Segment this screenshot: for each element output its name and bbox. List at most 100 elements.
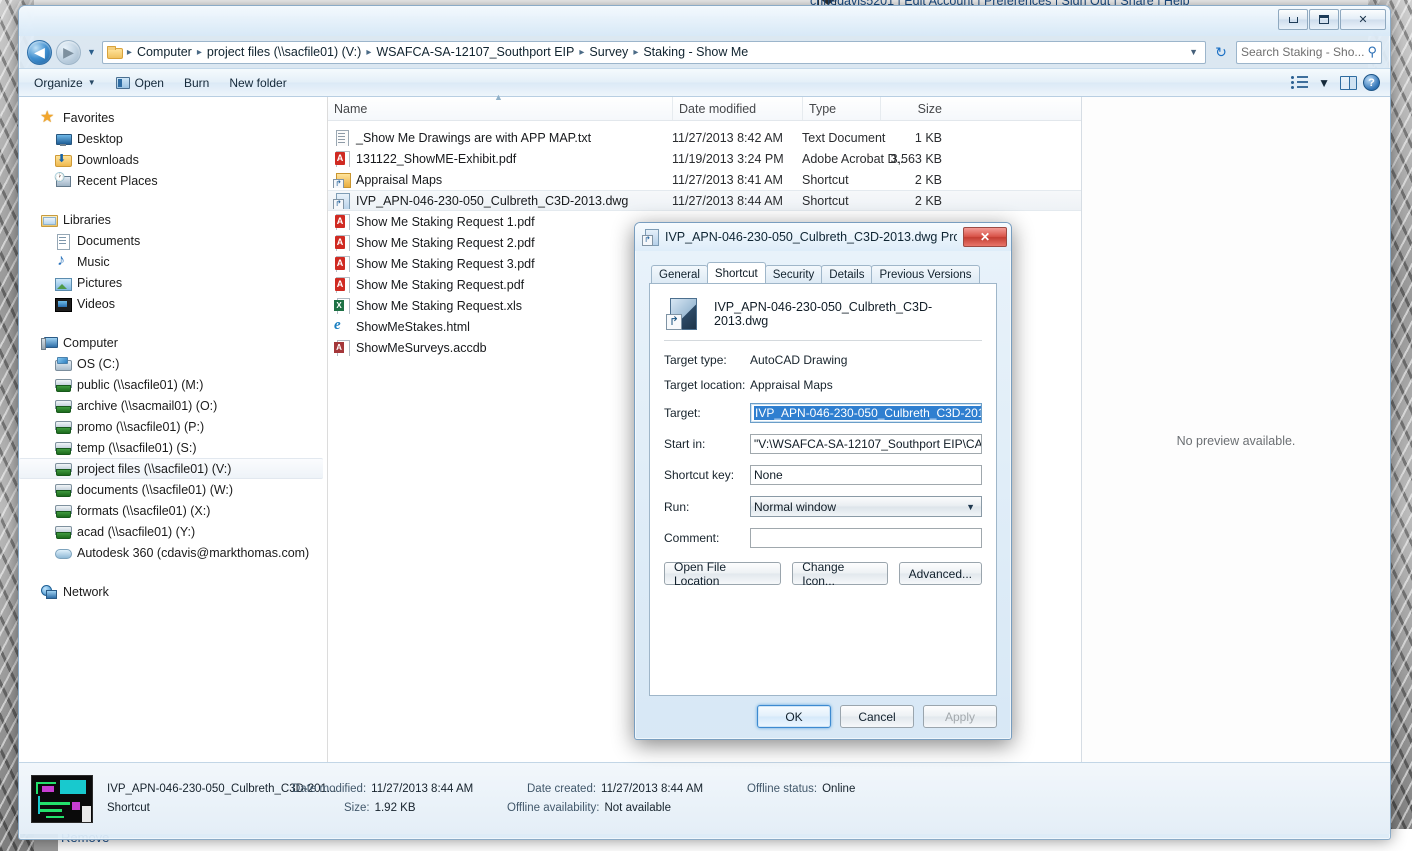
start-in-label: Start in: xyxy=(664,437,706,451)
help-icon[interactable]: ? xyxy=(1363,74,1380,91)
new-folder-label: New folder xyxy=(229,75,287,90)
sidebar-item-pictures[interactable]: Pictures xyxy=(19,272,327,293)
view-chevron-down-icon[interactable]: ▼ xyxy=(1314,76,1334,90)
sidebar-item-music[interactable]: Music xyxy=(19,251,327,272)
dialog-close-button[interactable]: ✕ xyxy=(963,227,1007,247)
column-header-size[interactable]: Size xyxy=(880,97,950,120)
tab-previous-versions[interactable]: Previous Versions xyxy=(871,265,980,284)
field-target-location: Target location: Appraisal Maps xyxy=(664,378,982,392)
nav-label: project files (\\sacfile01) (V:) xyxy=(77,461,232,476)
change-icon-button[interactable]: Change Icon... xyxy=(792,560,888,588)
tab-details[interactable]: Details xyxy=(821,265,873,284)
sidebar-item-formats-x[interactable]: formats (\\sacfile01) (X:) xyxy=(19,500,327,521)
folder-icon xyxy=(106,45,123,59)
breadcrumb-item-staking-show-me[interactable]: Staking - Show Me xyxy=(640,44,751,60)
tab-general[interactable]: General xyxy=(651,265,708,284)
nav-header-computer[interactable]: Computer xyxy=(19,332,327,353)
breadcrumb-separator[interactable]: ▸ xyxy=(195,47,204,58)
cancel-button[interactable]: Cancel xyxy=(840,705,914,728)
breadcrumb-separator[interactable]: ▸ xyxy=(364,47,373,58)
details-offline-availability-label: Offline availability: xyxy=(507,802,600,814)
breadcrumb-history-caret-icon[interactable]: ▼ xyxy=(1184,47,1203,57)
column-header-name[interactable]: ▲ Name xyxy=(328,92,672,120)
run-select-value: Normal window xyxy=(754,499,837,514)
dialog-title: IVP_APN-046-230-050_Culbreth_C3D-2013.dw… xyxy=(665,230,957,244)
nav-header-libraries[interactable]: Libraries xyxy=(19,209,327,230)
nav-label: acad (\\sacfile01) (Y:) xyxy=(77,524,196,539)
table-row[interactable]: Appraisal Maps 11/27/2013 8:41 AM Shortc… xyxy=(328,169,1081,190)
organize-menu-button[interactable]: Organize ▼ xyxy=(25,73,105,93)
network-drive-icon xyxy=(55,503,72,519)
file-name: Show Me Staking Request.xls xyxy=(356,298,523,313)
file-name-cell: _Show Me Drawings are with APP MAP.txt xyxy=(328,129,672,146)
file-name: Show Me Staking Request.pdf xyxy=(356,277,525,292)
table-row[interactable]: 131122_ShowME-Exhibit.pdf 11/19/2013 3:2… xyxy=(328,148,1081,169)
column-label: Name xyxy=(334,101,368,116)
breadcrumb-separator[interactable]: ▸ xyxy=(631,47,640,58)
tab-shortcut[interactable]: Shortcut xyxy=(706,262,766,283)
sidebar-item-autodesk-360[interactable]: Autodesk 360 (cdavis@markthomas.com) xyxy=(19,542,327,563)
window-titlebar[interactable]: ✕ xyxy=(19,6,1390,36)
breadcrumb-item-survey[interactable]: Survey xyxy=(586,44,631,60)
advanced-button[interactable]: Advanced... xyxy=(898,562,982,585)
column-header-date-modified[interactable]: Date modified xyxy=(672,97,802,120)
breadcrumb-separator[interactable]: ▸ xyxy=(577,47,586,58)
target-location-label: Target location: xyxy=(664,378,746,392)
documents-icon xyxy=(55,233,71,250)
details-date-created-label: Date created: xyxy=(527,783,597,795)
sidebar-item-archive-o[interactable]: archive (\\sacmail01) (O:) xyxy=(19,395,327,416)
comment-input[interactable] xyxy=(750,528,982,548)
refresh-button[interactable]: ↻ xyxy=(1210,41,1232,64)
burn-button[interactable]: Burn xyxy=(175,73,218,93)
sidebar-item-desktop[interactable]: Desktop xyxy=(19,128,327,149)
dialog-titlebar[interactable]: IVP_APN-046-230-050_Culbreth_C3D-2013.dw… xyxy=(635,223,1011,251)
recent-pages-dropdown[interactable]: ▼ xyxy=(85,47,98,57)
maximize-button[interactable] xyxy=(1309,9,1339,30)
open-file-location-button[interactable]: Open File Location xyxy=(664,560,782,588)
preview-message: No preview available. xyxy=(1176,434,1296,448)
breadcrumb-item-computer[interactable]: Computer xyxy=(134,44,195,60)
sidebar-item-videos[interactable]: Videos xyxy=(19,293,327,314)
sidebar-item-recent-places[interactable]: Recent Places xyxy=(19,170,327,191)
sidebar-item-os-c[interactable]: OS (C:) xyxy=(19,353,327,374)
ok-button[interactable]: OK xyxy=(757,705,831,728)
sidebar-item-downloads[interactable]: Downloads xyxy=(19,149,327,170)
field-start-in: Start in: "V:\WSAFCA-SA-12107_Southport … xyxy=(664,434,982,454)
view-lines xyxy=(1297,76,1309,91)
new-folder-button[interactable]: New folder xyxy=(220,73,295,93)
search-input[interactable]: Search Staking - Sho... ⚲ xyxy=(1236,40,1382,64)
open-button[interactable]: Open xyxy=(107,73,173,93)
sidebar-item-promo-p[interactable]: promo (\\sacfile01) (P:) xyxy=(19,416,327,437)
breadcrumb-item-wsafca[interactable]: WSAFCA-SA-12107_Southport EIP xyxy=(373,44,577,60)
column-header-type[interactable]: Type xyxy=(802,97,880,120)
start-in-input[interactable]: "V:\WSAFCA-SA-12107_Southport EIP\CADD\S xyxy=(750,434,982,454)
breadcrumb-address-bar[interactable]: ▸ Computer ▸ project files (\\sacfile01)… xyxy=(101,40,1206,64)
breadcrumb-item-project-files[interactable]: project files (\\sacfile01) (V:) xyxy=(204,44,364,60)
sidebar-item-temp-s[interactable]: temp (\\sacfile01) (S:) xyxy=(19,437,327,458)
organize-label: Organize xyxy=(34,75,83,90)
tab-security[interactable]: Security xyxy=(764,265,823,284)
table-row-selected[interactable]: IVP_APN-046-230-050_Culbreth_C3D-2013.dw… xyxy=(328,190,1081,211)
run-select[interactable]: Normal window ▼ xyxy=(750,496,982,517)
nav-label: Network xyxy=(63,584,109,599)
change-view-icon[interactable] xyxy=(1291,75,1309,91)
target-input[interactable]: IVP_APN-046-230-050_Culbreth_C3D-2013.dw… xyxy=(750,403,982,423)
pdf-file-icon xyxy=(334,150,350,167)
file-size-cell: 2 KB xyxy=(914,172,942,187)
sidebar-item-acad-y[interactable]: acad (\\sacfile01) (Y:) xyxy=(19,521,327,542)
sidebar-item-network[interactable]: Network xyxy=(19,581,327,602)
close-button[interactable]: ✕ xyxy=(1340,9,1386,30)
preview-pane-toggle-icon[interactable] xyxy=(1340,75,1357,90)
sidebar-item-project-files-v[interactable]: project files (\\sacfile01) (V:) xyxy=(19,458,323,479)
sidebar-item-documents-w[interactable]: documents (\\sacfile01) (W:) xyxy=(19,479,327,500)
table-row[interactable]: _Show Me Drawings are with APP MAP.txt 1… xyxy=(328,127,1081,148)
file-type-cell: Adobe Acrobat D... xyxy=(802,151,907,166)
minimize-button[interactable] xyxy=(1278,9,1308,30)
sidebar-item-documents[interactable]: Documents xyxy=(19,230,327,251)
desktop-background: chriedavis5201 | Edit Account | Preferen… xyxy=(0,0,1412,851)
sidebar-item-public-m[interactable]: public (\\sacfile01) (M:) xyxy=(19,374,327,395)
back-button[interactable]: ◀ xyxy=(27,39,52,65)
forward-button[interactable]: ▶ xyxy=(56,39,81,65)
nav-header-favorites[interactable]: Favorites xyxy=(19,107,327,128)
shortcut-key-input[interactable]: None xyxy=(750,465,982,485)
